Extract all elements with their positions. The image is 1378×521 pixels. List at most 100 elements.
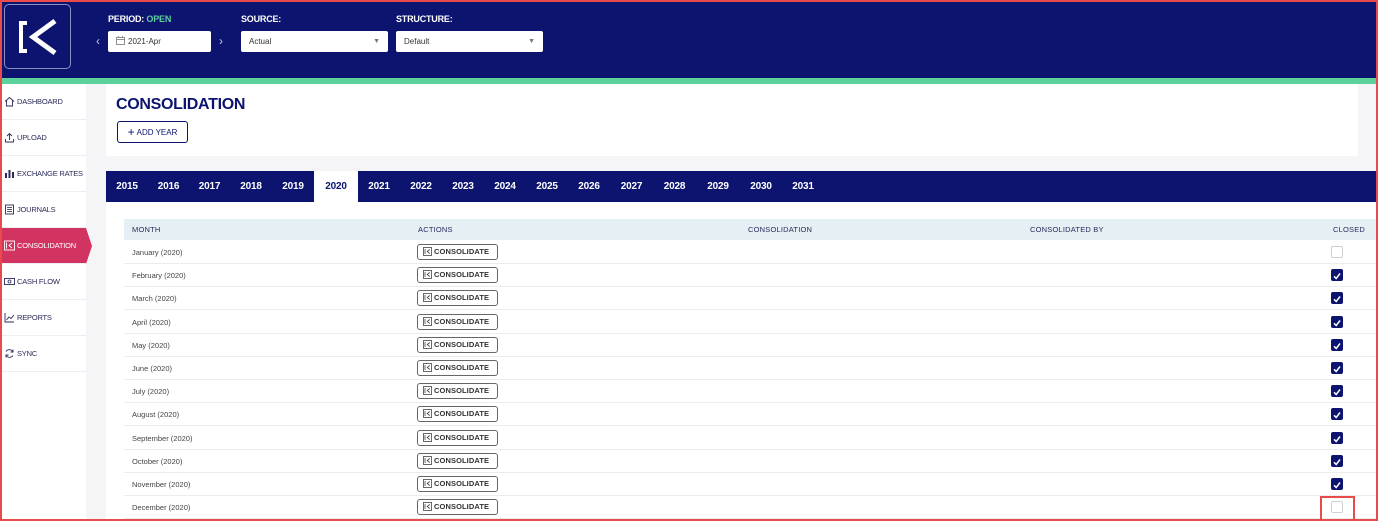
consolidate-button[interactable]: CONSOLIDATE	[417, 313, 498, 330]
consolidate-button[interactable]: CONSOLIDATE	[417, 429, 498, 446]
consolidate-icon	[423, 479, 432, 488]
period-next-button[interactable]: ›	[214, 31, 228, 51]
closed-checkbox[interactable]	[1331, 408, 1343, 421]
add-year-button[interactable]: + ADD YEAR	[117, 121, 188, 143]
column-header-consolidation: CONSOLIDATION	[748, 225, 813, 234]
month-cell: May (2020)	[132, 340, 170, 350]
table-row: October (2020) CONSOLIDATE	[124, 450, 1378, 473]
chevron-down-icon: ▼	[528, 38, 535, 45]
consolidate-button[interactable]: CONSOLIDATE	[417, 406, 498, 423]
sidebar-item-reports[interactable]: REPORTS	[0, 300, 86, 336]
structure-value: Default	[404, 37, 430, 46]
closed-checkbox[interactable]	[1331, 431, 1343, 444]
sidebar-item-upload[interactable]: UPLOAD	[0, 120, 86, 156]
closed-checkbox[interactable]	[1331, 501, 1343, 514]
period-label: PERIOD: OPEN	[108, 14, 172, 24]
structure-select[interactable]: Default ▼	[396, 31, 543, 52]
tab-year-2016[interactable]: 2016	[148, 171, 189, 202]
tab-year-2031[interactable]: 2031	[782, 171, 824, 202]
tab-year-2020[interactable]: 2020	[314, 171, 358, 202]
sidebar-item-journals[interactable]: JOURNALS	[0, 192, 86, 228]
consolidate-button[interactable]: CONSOLIDATE	[417, 476, 498, 492]
column-header-month: MONTH	[132, 225, 161, 234]
checkmark-icon	[1333, 389, 1341, 396]
sidebar-item-dashboard[interactable]: DASHBOARD	[0, 84, 86, 120]
checkmark-icon	[1333, 342, 1341, 350]
consolidate-button[interactable]: CONSOLIDATE	[417, 452, 498, 469]
checkmark-icon	[1333, 412, 1341, 420]
month-cell: October (2020)	[132, 456, 183, 466]
sidebar-item-exchange-rates[interactable]: EXCHANGE RATES	[0, 156, 86, 192]
tab-year-2029[interactable]: 2029	[696, 171, 740, 202]
consolidate-icon	[423, 339, 432, 349]
tab-year-2027[interactable]: 2027	[610, 171, 653, 202]
tab-year-2023[interactable]: 2023	[442, 171, 484, 202]
chevron-left-icon: ‹	[96, 34, 100, 48]
tab-year-2026[interactable]: 2026	[568, 171, 610, 202]
tab-year-2017[interactable]: 2017	[189, 171, 230, 202]
tab-year-2024[interactable]: 2024	[484, 171, 526, 202]
table-row: August (2020) CONSOLIDATE	[124, 403, 1378, 427]
closed-checkbox[interactable]	[1331, 478, 1343, 490]
tab-year-2018[interactable]: 2018	[230, 171, 272, 202]
table-row: May (2020) CONSOLIDATE	[124, 334, 1378, 357]
tab-year-2022[interactable]: 2022	[400, 171, 442, 202]
month-cell: August (2020)	[132, 410, 180, 420]
month-cell: March (2020)	[132, 294, 177, 304]
period-status: OPEN	[146, 14, 172, 24]
logo-icon	[19, 18, 57, 56]
consolidate-icon	[423, 432, 432, 442]
closed-checkbox[interactable]	[1331, 269, 1343, 282]
closed-checkbox[interactable]	[1331, 246, 1343, 258]
closed-checkbox[interactable]	[1331, 362, 1343, 374]
consolidate-button[interactable]: CONSOLIDATE	[417, 290, 498, 307]
consolidate-button[interactable]: CONSOLIDATE	[417, 383, 498, 400]
month-cell: January (2020)	[132, 248, 183, 257]
chevron-down-icon: ▼	[373, 38, 380, 45]
consolidate-button[interactable]: CONSOLIDATE	[417, 336, 498, 353]
app-logo[interactable]	[4, 4, 71, 69]
tab-year-2030[interactable]: 2030	[740, 171, 782, 202]
tab-year-2025[interactable]: 2025	[526, 171, 568, 202]
table-row: March (2020) CONSOLIDATE	[124, 287, 1378, 311]
checkmark-icon	[1333, 319, 1341, 327]
closed-checkbox[interactable]	[1331, 454, 1343, 467]
checkmark-icon	[1333, 435, 1341, 443]
closed-checkbox[interactable]	[1331, 292, 1343, 305]
closed-checkbox[interactable]	[1331, 338, 1343, 351]
month-cell: July (2020)	[132, 387, 170, 397]
consolidate-button[interactable]: CONSOLIDATE	[417, 267, 498, 284]
consolidate-icon	[423, 409, 432, 419]
checkmark-icon	[1333, 296, 1341, 304]
checkmark-icon	[1333, 482, 1341, 489]
chevron-right-icon: ›	[219, 34, 223, 48]
consolidate-button[interactable]: CONSOLIDATE	[417, 499, 498, 516]
table-row: January (2020) CONSOLIDATE	[124, 241, 1378, 264]
consolidate-icon	[423, 247, 432, 256]
tab-year-2021[interactable]: 2021	[358, 171, 400, 202]
table-row: February (2020) CONSOLIDATE	[124, 264, 1378, 288]
page-header-card	[106, 84, 1358, 156]
sidebar-item-consolidation[interactable]: CONSOLIDATION	[0, 228, 92, 264]
consolidate-button[interactable]: CONSOLIDATE	[417, 360, 498, 376]
plus-icon: +	[127, 125, 135, 139]
line-chart-icon	[4, 313, 15, 323]
consolidate-icon	[423, 502, 432, 512]
structure-label: STRUCTURE:	[396, 14, 453, 24]
month-cell: February (2020)	[132, 271, 186, 281]
source-select[interactable]: Actual ▼	[241, 31, 388, 52]
tab-year-2015[interactable]: 2015	[106, 171, 148, 202]
period-prev-button[interactable]: ‹	[91, 31, 105, 51]
period-picker[interactable]: 2021-Apr	[108, 31, 211, 52]
consolidate-icon	[423, 363, 432, 372]
tab-year-2019[interactable]: 2019	[272, 171, 314, 202]
calendar-icon	[116, 36, 125, 45]
consolidate-button[interactable]: CONSOLIDATE	[417, 244, 498, 260]
tab-year-2028[interactable]: 2028	[653, 171, 696, 202]
sidebar-item-cash-flow[interactable]: CASH FLOW	[0, 264, 86, 300]
sidebar-item-sync[interactable]: SYNC	[0, 336, 86, 372]
closed-checkbox[interactable]	[1331, 385, 1343, 398]
sync-icon	[5, 349, 14, 358]
source-label: SOURCE:	[241, 14, 282, 24]
closed-checkbox[interactable]	[1331, 315, 1343, 328]
